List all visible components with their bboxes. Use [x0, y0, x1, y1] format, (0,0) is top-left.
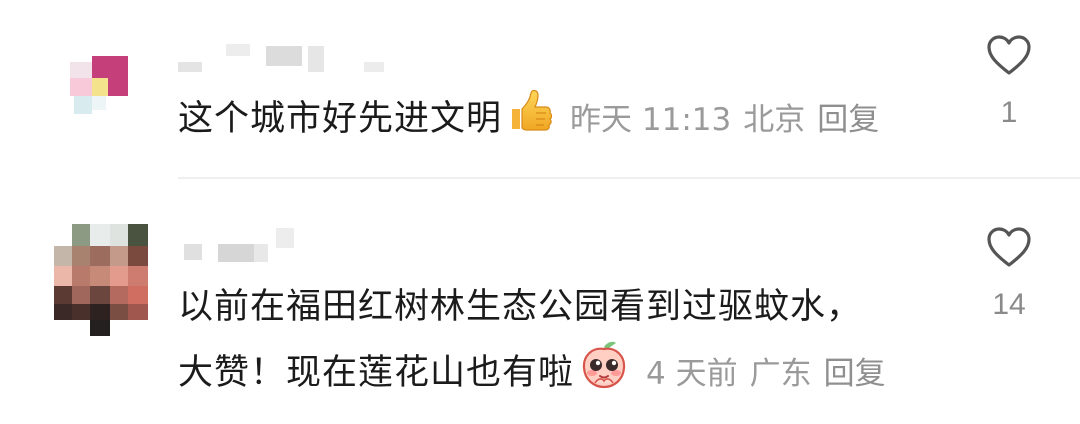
peach-face-emoji-icon [578, 339, 630, 409]
comment-text: 这个城市好先进文明 [178, 99, 503, 139]
comment-text-line: 以前在福田红树林生态公园看到过驱蚊水， [178, 278, 862, 336]
comment-meta: 4 天前 广东 回复 [634, 356, 886, 392]
heart-icon[interactable] [969, 34, 1049, 80]
comment-location: 北京 [743, 102, 806, 138]
comment-text-row: 大赞！现在莲花山也有啦 4 天前 广东 回复 [178, 339, 886, 409]
like-control: 1 [969, 34, 1049, 130]
comment-divider [178, 177, 1080, 179]
avatar[interactable] [54, 224, 148, 336]
reply-button[interactable]: 回复 [824, 356, 886, 392]
comment-text: 大赞！现在莲花山也有啦 [178, 353, 575, 393]
comment-time: 4 天前 [646, 356, 738, 392]
like-count: 1 [1000, 96, 1018, 129]
username-blurred[interactable] [178, 222, 298, 262]
thumbs-up-emoji-icon [506, 87, 554, 153]
comment-text: 以前在福田红树林生态公园看到过驱蚊水， [178, 287, 863, 327]
username-blurred[interactable] [178, 40, 388, 80]
comment-item: 以前在福田红树林生态公园看到过驱蚊水， 大赞！现在莲花山也有啦 4 天前 广东 回复… [0, 180, 1080, 424]
comment-time: 昨天 11:13 [570, 102, 732, 138]
like-count: 14 [992, 288, 1026, 321]
comment-text-row: 这个城市好先进文明 昨天 11:13 北京 回复 [178, 87, 879, 153]
comment-location: 广东 [749, 356, 812, 392]
heart-icon[interactable] [969, 226, 1049, 272]
comment-meta: 昨天 11:13 北京 回复 [558, 102, 879, 138]
avatar[interactable] [70, 56, 130, 120]
comment-item: 这个城市好先进文明 昨天 11:13 北京 回复 1 [0, 0, 1080, 178]
reply-button[interactable]: 回复 [817, 102, 879, 138]
like-control: 14 [969, 226, 1049, 322]
